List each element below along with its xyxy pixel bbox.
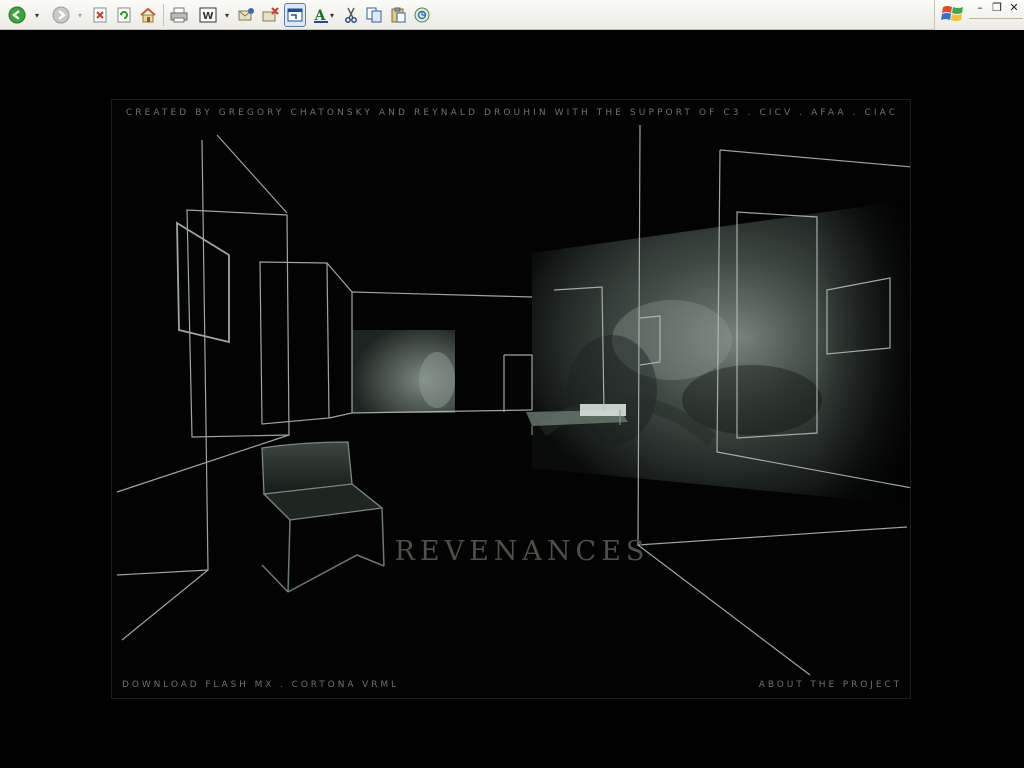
svg-text:W: W: [202, 11, 213, 22]
home-icon[interactable]: [137, 4, 159, 26]
forward-arrow-icon[interactable]: [50, 4, 72, 26]
browser-toolbar: ▾ ▾ W ▾ A ▾: [0, 0, 1024, 30]
back-arrow-icon[interactable]: [6, 4, 28, 26]
edit-word-icon[interactable]: W: [197, 4, 219, 26]
flash-mx-link[interactable]: FLASH MX: [205, 680, 274, 690]
copy-icon[interactable]: [363, 4, 385, 26]
cut-icon[interactable]: [340, 4, 362, 26]
projection-screen-back: [352, 330, 455, 413]
download-links: DOWNLOAD FLASH MX . CORTONA VRML: [122, 680, 399, 690]
toolbar-separator: [163, 4, 164, 26]
restore-button[interactable]: ❐: [990, 2, 1004, 14]
close-button[interactable]: ✕: [1007, 2, 1021, 14]
fullscreen-icon[interactable]: [284, 3, 306, 27]
mail-icon[interactable]: [235, 4, 257, 26]
chair: [261, 441, 385, 593]
media-icon[interactable]: [411, 4, 433, 26]
page-title: REVENANCES: [394, 536, 650, 567]
forward-dropdown-icon[interactable]: ▾: [76, 10, 84, 20]
paste-icon[interactable]: [387, 4, 409, 26]
credits-text: CREATED BY GREGORY CHATONSKY AND REYNALD…: [125, 108, 899, 118]
about-project-link[interactable]: ABOUT THE PROJECT: [759, 680, 902, 690]
edit-dropdown-icon[interactable]: ▾: [223, 10, 231, 20]
windows-logo-icon: [941, 3, 965, 25]
projection-screen-right: [532, 200, 910, 505]
window-controls: – ❐ ✕: [934, 0, 1024, 30]
address-strip: [969, 18, 1023, 22]
refresh-icon[interactable]: [113, 4, 135, 26]
link-separator: .: [274, 680, 292, 690]
delete-mail-icon[interactable]: [259, 4, 281, 26]
flash-stage[interactable]: CREATED BY GREGORY CHATONSKY AND REYNALD…: [111, 99, 911, 699]
minimize-button[interactable]: –: [973, 2, 987, 14]
cortona-vrml-link[interactable]: CORTONA VRML: [292, 680, 399, 690]
print-icon[interactable]: [168, 4, 190, 26]
back-dropdown-icon[interactable]: ▾: [33, 10, 41, 20]
virtual-gallery-scene[interactable]: [112, 100, 911, 699]
download-label: DOWNLOAD: [122, 680, 206, 690]
stop-icon[interactable]: [89, 4, 111, 26]
font-size-dropdown-icon[interactable]: ▾: [328, 10, 336, 20]
